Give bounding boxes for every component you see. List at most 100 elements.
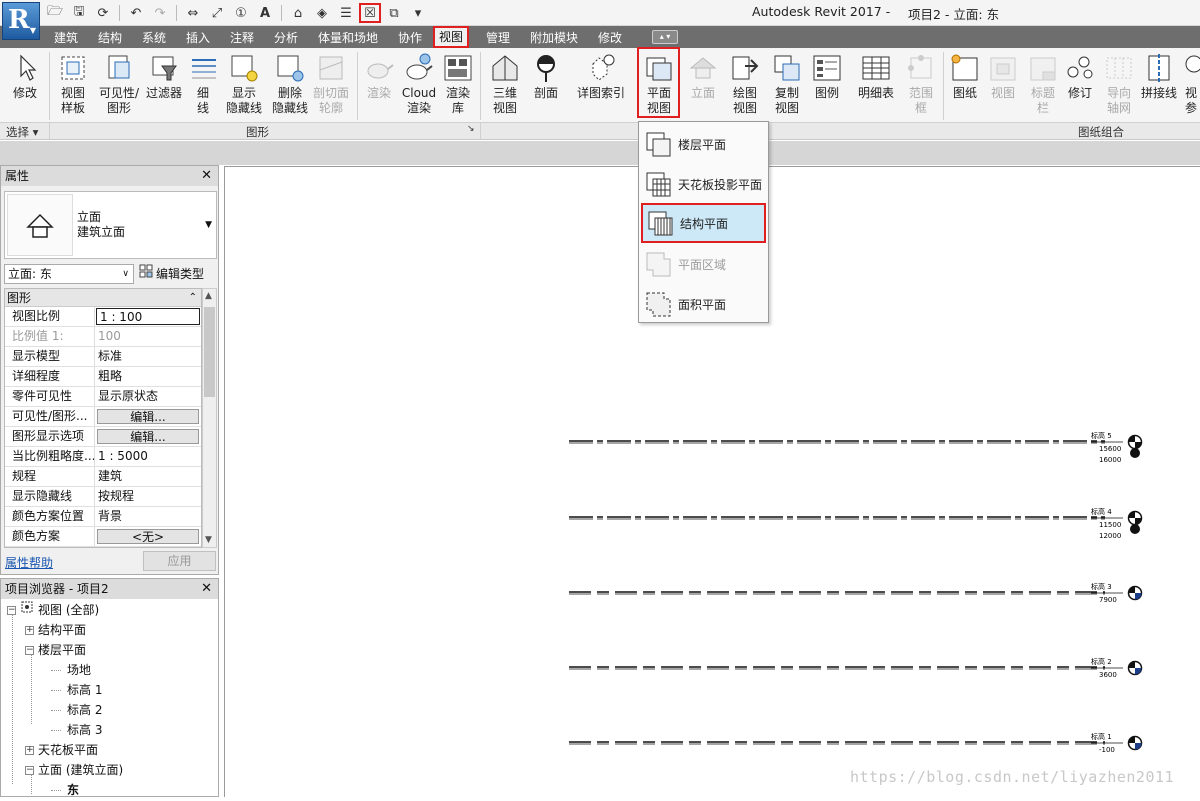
property-row[interactable]: 零件可见性 显示原状态 — [5, 387, 201, 407]
switch-windows-icon[interactable]: ⧉ — [383, 3, 405, 23]
view-templates-button[interactable]: 视图 样板 — [54, 52, 92, 116]
tree-item[interactable]: + 天花板平面 — [25, 740, 98, 760]
property-edit-button[interactable]: 编辑... — [97, 409, 199, 424]
cloud-render-button[interactable]: Cloud 渲染 — [400, 52, 438, 116]
property-value-input[interactable]: 1 : 100 — [96, 308, 200, 325]
tree-item[interactable]: 标高 1 — [51, 680, 102, 700]
tab-analyze[interactable]: 分析 — [270, 29, 302, 47]
collapse-icon[interactable]: − — [25, 765, 34, 775]
legends-button[interactable]: 图例 — [810, 52, 844, 101]
show-hidden-lines-button[interactable]: 显示 隐藏线 — [222, 52, 266, 116]
property-row[interactable]: 当比例粗略度... 1 : 5000 — [5, 447, 201, 467]
drafting-view-button[interactable]: 绘图 视图 — [728, 52, 762, 116]
menu-item-area-plan[interactable]: 面积平面 — [641, 285, 766, 323]
section-icon[interactable]: ◈ — [311, 3, 333, 23]
tree-item[interactable]: 东 — [51, 780, 79, 796]
elevation-button[interactable]: 立面 — [686, 52, 720, 101]
scope-box-button[interactable]: 范围 框 — [904, 52, 938, 116]
group-graphics[interactable]: 图形 ⌃ — [5, 289, 201, 307]
filters-button[interactable]: 过滤器 — [144, 52, 184, 101]
property-row[interactable]: 详细程度 粗略 — [5, 367, 201, 387]
tab-structure[interactable]: 结构 — [94, 29, 126, 47]
property-row[interactable]: 显示模型 标准 — [5, 347, 201, 367]
scroll-down-icon[interactable]: ▼ — [205, 535, 212, 545]
tag-icon[interactable]: ① — [230, 3, 252, 23]
open-icon[interactable]: 🗁 — [44, 3, 66, 23]
undo-icon[interactable]: ↶ — [125, 3, 147, 23]
menu-item-structural-plan[interactable]: 结构平面 — [641, 203, 766, 243]
3d-view-button[interactable]: 三维 视图 — [486, 52, 524, 116]
property-edit-button[interactable]: 编辑... — [97, 429, 199, 444]
text-icon[interactable]: A — [254, 3, 276, 23]
select-panel-label[interactable]: 选择 ▾ — [6, 124, 38, 140]
matchline-button[interactable]: 拼接线 — [1140, 52, 1178, 101]
level-line[interactable]: 标高 3 7900 — [569, 582, 1143, 604]
ribbon-minimize-toggle[interactable]: ▴ ▾ — [652, 30, 678, 44]
property-row[interactable]: 规程 建筑 — [5, 467, 201, 487]
level-line[interactable]: 标高 4 11500 12000 — [569, 507, 1143, 540]
tab-architecture[interactable]: 建筑 — [50, 29, 82, 47]
callout-button[interactable]: 详图索引 — [574, 52, 628, 101]
cut-profile-button[interactable]: 剖切面 轮廓 — [308, 52, 354, 116]
tree-item[interactable]: 场地 — [51, 660, 91, 680]
close-windows-icon[interactable]: ☒ — [359, 3, 381, 23]
application-menu-button[interactable]: R ▼ — [2, 2, 40, 40]
thin-lines-icon[interactable]: ☰ — [335, 3, 357, 23]
sheet-button[interactable]: 图纸 — [948, 52, 982, 101]
tab-massing-site[interactable]: 体量和场地 — [314, 29, 382, 47]
property-row[interactable]: 比例值 1: 100 — [5, 327, 201, 347]
redo-icon[interactable]: ↷ — [149, 3, 171, 23]
property-row[interactable]: 显示隐藏线 按规程 — [5, 487, 201, 507]
modify-button[interactable]: 修改 — [8, 52, 42, 101]
type-selector[interactable]: 立面 建筑立面 ▼ — [4, 191, 217, 259]
properties-scrollbar[interactable]: ▲ ▼ — [202, 288, 217, 548]
revisions-button[interactable]: 修订 — [1064, 52, 1096, 101]
properties-help-link[interactable]: 属性帮助 — [5, 554, 53, 571]
tab-manage[interactable]: 管理 — [482, 29, 514, 47]
property-row[interactable]: 颜色方案 <无> — [5, 527, 201, 547]
view-reference-button[interactable]: 视 参 — [1182, 52, 1200, 116]
tree-item[interactable]: − 立面 (建筑立面) — [25, 760, 123, 780]
property-edit-button[interactable]: <无> — [97, 529, 199, 544]
menu-item-ceiling-plan[interactable]: 天花板投影平面 — [641, 165, 766, 203]
tab-collaborate[interactable]: 协作 — [394, 29, 426, 47]
title-block-button[interactable]: 标题 栏 — [1026, 52, 1060, 116]
tree-item[interactable]: + 结构平面 — [25, 620, 86, 640]
measure-icon[interactable]: ⇔ — [182, 3, 204, 23]
save-icon[interactable]: 🖫 — [68, 3, 90, 23]
place-view-button[interactable]: 视图 — [986, 52, 1020, 101]
level-line[interactable]: 标高 1 -100 — [569, 732, 1143, 754]
visibility-graphics-button[interactable]: 可见性/ 图形 — [97, 52, 141, 116]
property-row[interactable]: 颜色方案位置 背景 — [5, 507, 201, 527]
guide-grid-button[interactable]: 导向 轴网 — [1102, 52, 1136, 116]
close-icon[interactable]: ✕ — [201, 166, 212, 186]
tree-item[interactable]: 标高 3 — [51, 720, 102, 740]
close-icon[interactable]: ✕ — [201, 579, 212, 599]
schedules-button[interactable]: 明细表 — [854, 52, 898, 101]
scroll-thumb[interactable] — [204, 307, 215, 397]
tree-item[interactable]: − 视图 (全部) — [7, 600, 99, 620]
level-line[interactable]: 标高 5 15600 16000 — [569, 431, 1143, 464]
sync-icon[interactable]: ⟳ — [92, 3, 114, 23]
3d-view-icon[interactable]: ⌂ — [287, 3, 309, 23]
tab-annotate[interactable]: 注释 — [226, 29, 258, 47]
customize-icon[interactable]: ▾ — [407, 3, 429, 23]
collapse-icon[interactable]: − — [25, 645, 34, 655]
duplicate-view-button[interactable]: 复制 视图 — [770, 52, 804, 116]
level-line[interactable]: 标高 2 3600 — [569, 657, 1143, 679]
tab-addins[interactable]: 附加模块 — [526, 29, 582, 47]
property-row[interactable]: 图形显示选项 编辑... — [5, 427, 201, 447]
tab-modify[interactable]: 修改 — [594, 29, 626, 47]
render-gallery-button[interactable]: 渲染 库 — [441, 52, 475, 116]
tab-systems[interactable]: 系统 — [138, 29, 170, 47]
menu-item-plan-region[interactable]: 平面区域 — [641, 245, 766, 283]
thin-lines-button[interactable]: 细 线 — [188, 52, 218, 116]
apply-button[interactable]: 应用 — [143, 551, 216, 571]
expand-icon[interactable]: + — [25, 625, 34, 635]
instance-filter-select[interactable]: 立面: 东 ∨ — [4, 264, 134, 284]
tab-view[interactable]: 视图 — [433, 26, 470, 48]
remove-hidden-lines-button[interactable]: 删除 隐藏线 — [268, 52, 312, 116]
tree-item[interactable]: − 楼层平面 — [25, 640, 86, 660]
render-button[interactable]: 渲染 — [362, 52, 396, 101]
property-row[interactable]: 视图比例 1 : 100 — [5, 307, 201, 327]
